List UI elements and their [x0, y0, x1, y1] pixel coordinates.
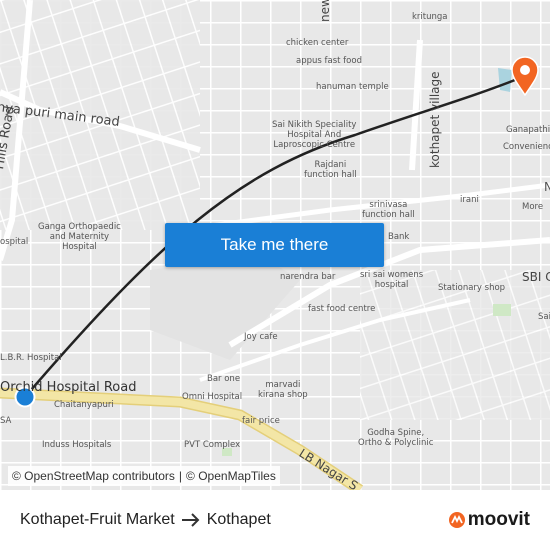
- map-view[interactable]: nya puri main road Hills Road kothapet v…: [0, 0, 550, 490]
- take-me-there-button[interactable]: Take me there: [165, 223, 384, 267]
- road-label-orchid: Orchid Hospital Road: [0, 380, 137, 395]
- poi-hanuman-temple: hanuman temple: [316, 82, 389, 92]
- osm-attribution-link[interactable]: © OpenStreetMap contributors: [12, 469, 175, 483]
- road-label-kothapet-village: kothapet village: [428, 71, 442, 168]
- road-label-new: new: [318, 0, 332, 22]
- map-attribution: © OpenStreetMap contributors | © OpenMap…: [8, 466, 280, 486]
- poi-fast-food-centre: fast food centre: [308, 304, 376, 314]
- route-footer: Kothapet-Fruit Market Kothapet moovit: [0, 490, 550, 550]
- poi-ganapathi: Ganapathi: [506, 125, 550, 135]
- poi-narendra-bar: narendra bar: [280, 272, 336, 282]
- poi-fair-price: fair price: [242, 416, 280, 426]
- poi-chicken-center: chicken center: [286, 38, 349, 48]
- poi-induss: Induss Hospitals: [42, 440, 112, 450]
- poi-joy-cafe: Joy cafe: [244, 332, 278, 342]
- moovit-logo: moovit: [448, 509, 530, 531]
- poi-godha: Godha Spine, Ortho & Polyclinic: [358, 428, 434, 448]
- poi-sri-sai: sri sai womens hospital: [360, 270, 424, 290]
- poi-omni: Omni Hospital: [182, 392, 243, 402]
- poi-kritunga: kritunga: [412, 12, 448, 22]
- poi-sa: SA: [0, 416, 12, 426]
- poi-more: More: [522, 202, 544, 212]
- poi-ganga: Ganga Orthopaedic and Maternity Hospital: [38, 222, 121, 252]
- poi-chaitanyapuri: Chaitanyapuri: [54, 400, 114, 410]
- omt-attribution-link[interactable]: © OpenMapTiles: [186, 469, 276, 483]
- poi-rajdani: Rajdani function hall: [304, 160, 357, 180]
- poi-stationary: Stationary shop: [438, 283, 506, 293]
- poi-lbr-hospital: L.B.R. Hospital: [0, 353, 62, 363]
- poi-bank: Bank: [388, 232, 410, 242]
- poi-srinivasa: srinivasa function hall: [362, 200, 415, 220]
- moovit-logo-icon: [448, 512, 465, 528]
- arrow-right-icon: [181, 513, 201, 527]
- road-label-sbi: SBI C: [522, 270, 550, 284]
- poi-convenience: Convenienc: [503, 142, 550, 152]
- poi-appus: appus fast food: [296, 56, 362, 66]
- poi-sai-right: Sai: [538, 312, 550, 322]
- moovit-wordmark: moovit: [467, 509, 530, 530]
- poi-pvt-complex: PVT Complex: [184, 440, 241, 450]
- route-origin-name: Kothapet-Fruit Market: [20, 511, 175, 528]
- poi-sai-nikith: Sai Nikith Speciality Hospital And Lapro…: [272, 120, 357, 150]
- poi-bar-one: Bar one: [207, 374, 241, 384]
- road-label-n-right: N: [544, 180, 550, 194]
- poi-hospital-left: ospital: [0, 237, 29, 247]
- poi-irani: irani: [460, 195, 479, 205]
- destination-pin-icon[interactable]: [510, 56, 540, 96]
- poi-marvadi: marvadi kirana shop: [258, 380, 308, 400]
- route-destination-name: Kothapet: [206, 511, 271, 528]
- attribution-separator: |: [178, 469, 183, 483]
